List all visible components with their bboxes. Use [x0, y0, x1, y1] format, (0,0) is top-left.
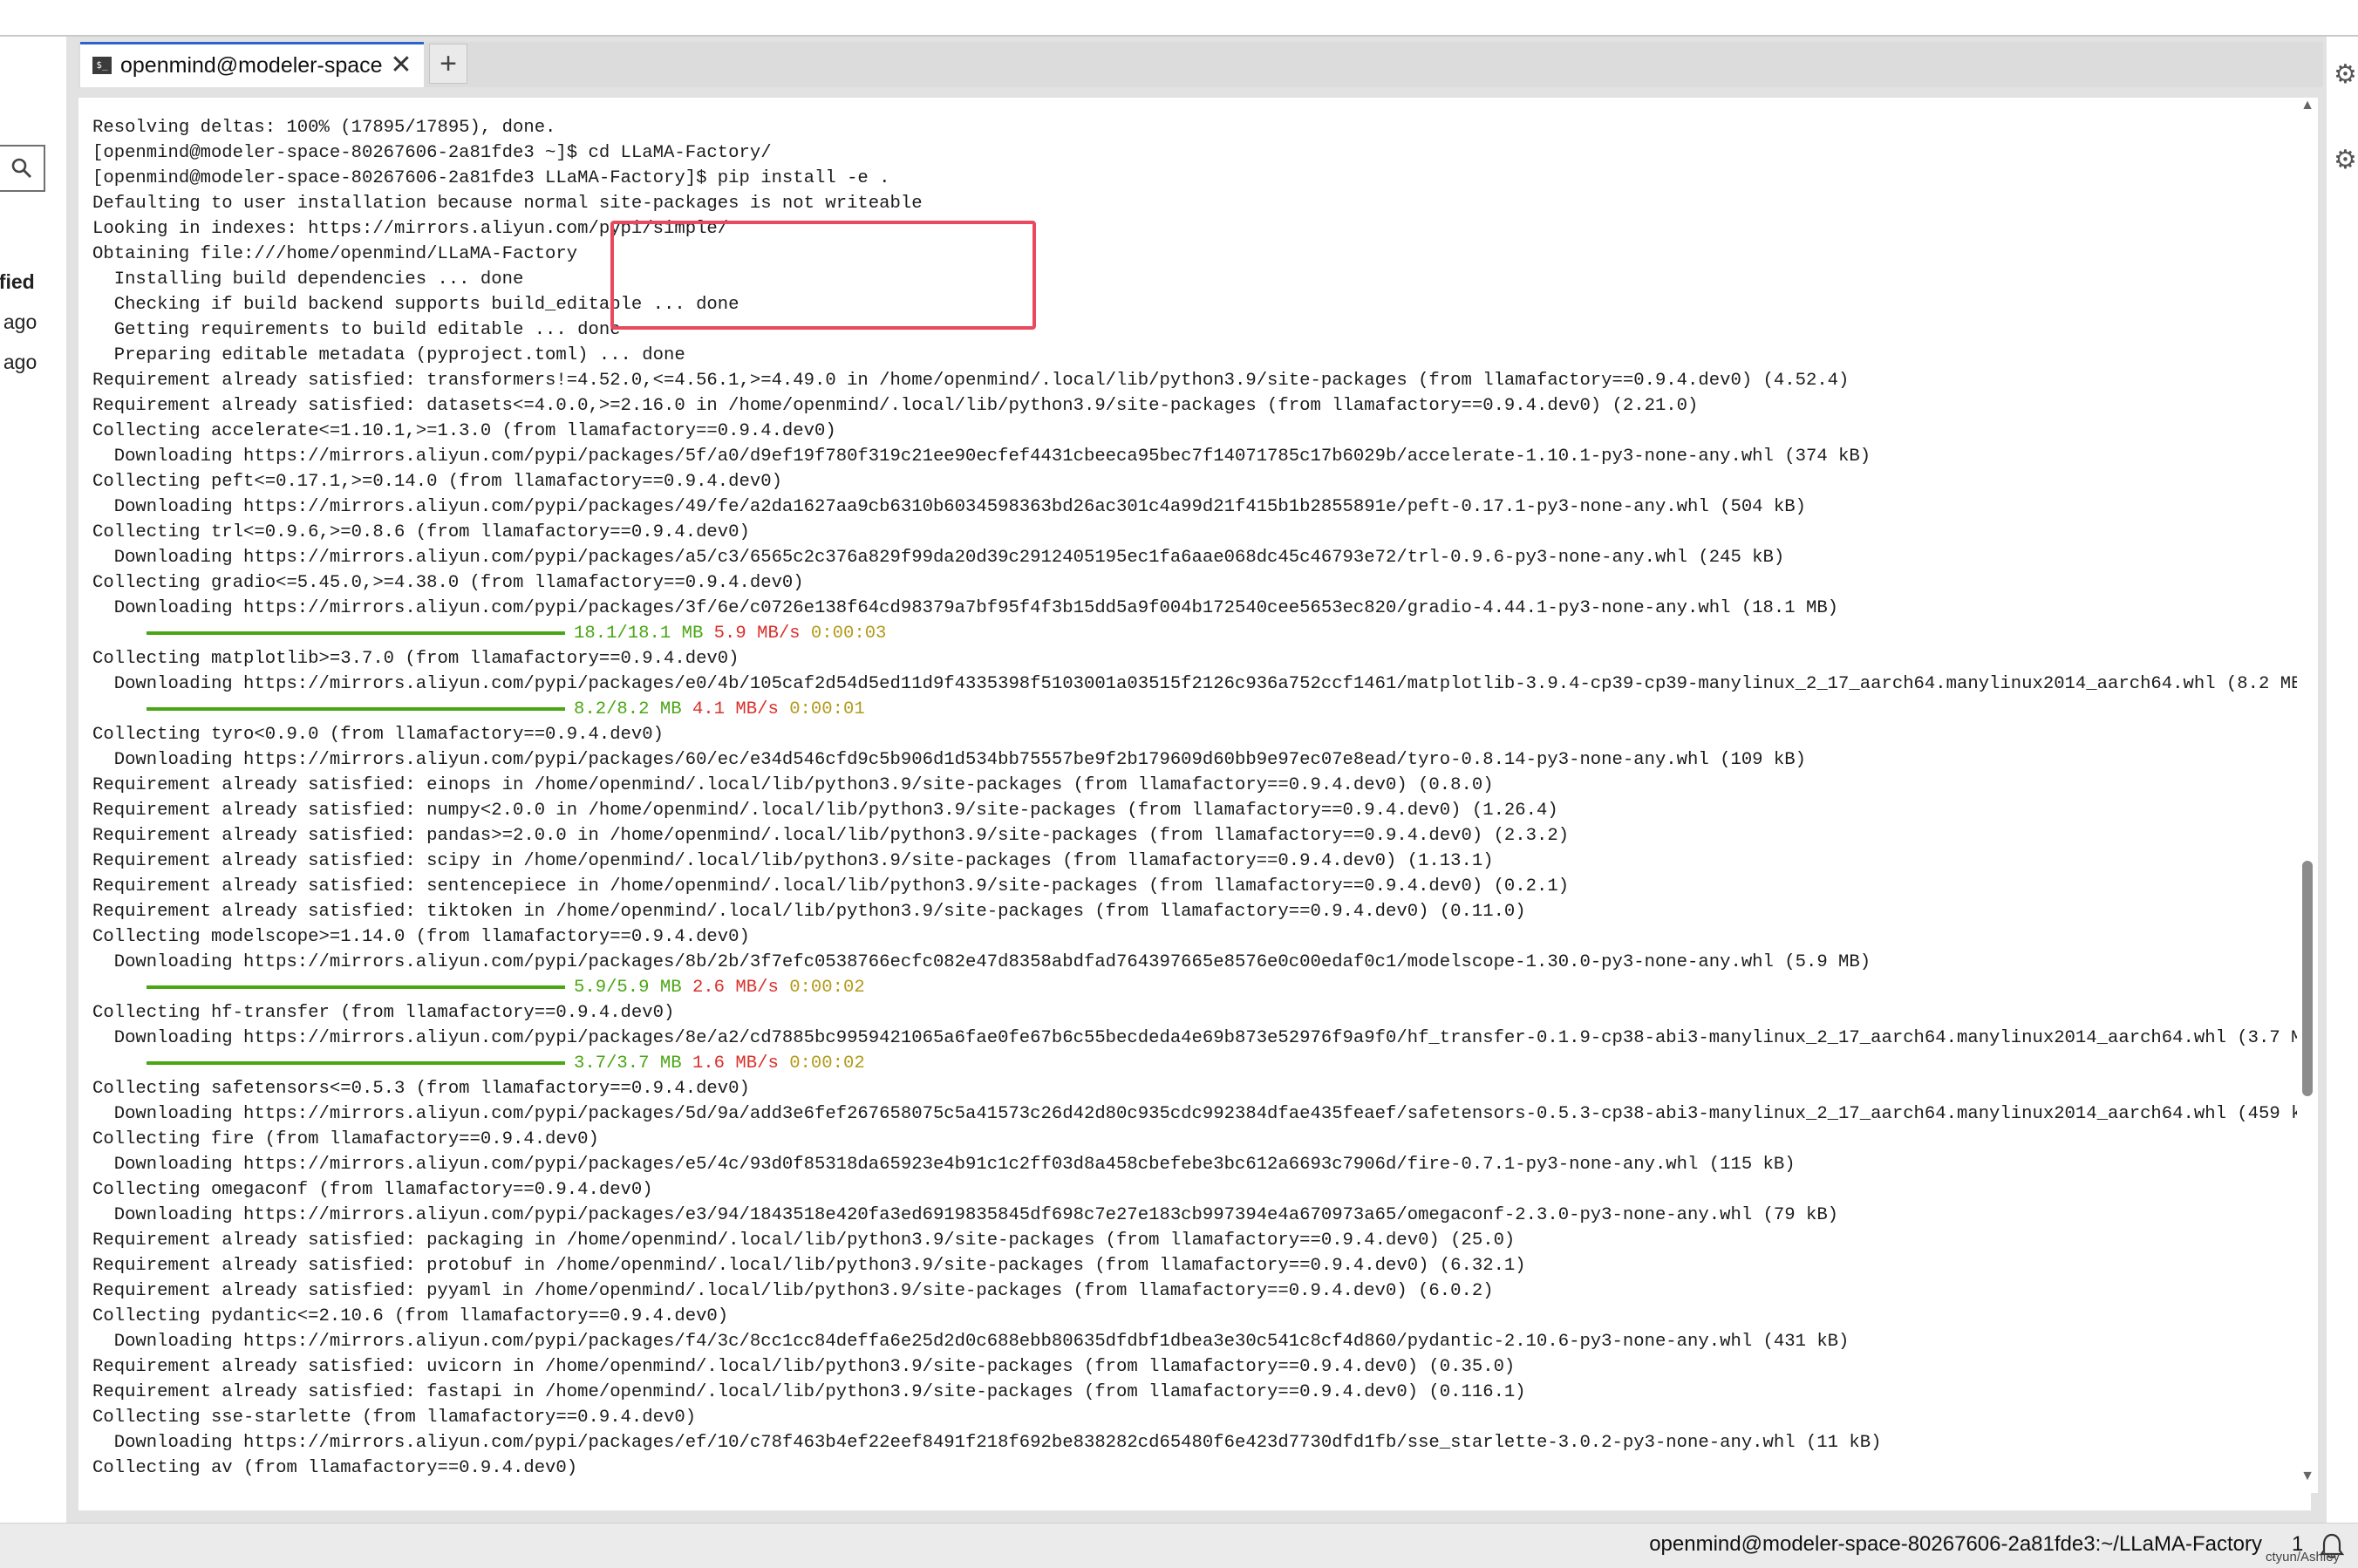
scroll-down-arrow-icon[interactable]: ▼ [2297, 1469, 2318, 1484]
terminal-line: Collecting gradio<=5.45.0,>=4.38.0 (from… [92, 573, 804, 593]
terminal-line: Downloading https://mirrors.aliyun.com/p… [92, 952, 1871, 972]
file-row-modified[interactable]: s ago [0, 342, 66, 382]
terminal-line: Resolving deltas: 100% (17895/17895), do… [92, 118, 556, 138]
tab-terminal[interactable]: $_ openmind@modeler-space-8 ✕ [80, 42, 424, 87]
terminal-line: Requirement already satisfied: numpy<2.0… [92, 801, 1558, 821]
terminal-line: Requirement already satisfied: protobuf … [92, 1256, 1526, 1276]
search-button[interactable] [0, 145, 45, 192]
terminal-line: Downloading https://mirrors.aliyun.com/p… [92, 598, 1839, 618]
terminal-line: Collecting peft<=0.17.1,>=0.14.0 (from l… [92, 472, 782, 492]
terminal-line: Downloading https://mirrors.aliyun.com/p… [92, 447, 1871, 467]
terminal-line: Requirement already satisfied: pandas>=2… [92, 826, 1570, 846]
right-tool-rail: ⚙ ⚙ [2327, 37, 2358, 1519]
terminal-line: Collecting hf-transfer (from llamafactor… [92, 1003, 675, 1023]
terminal-line: Downloading https://mirrors.aliyun.com/p… [92, 1205, 1839, 1225]
terminal-line: Collecting modelscope>=1.14.0 (from llam… [92, 927, 750, 947]
terminal-line: Requirement already satisfied: tiktoken … [92, 902, 1526, 922]
column-header-modified[interactable]: lified [0, 262, 66, 302]
terminal-lines: Resolving deltas: 100% (17895/17895), do… [92, 115, 2311, 1481]
terminal-line: Collecting omegaconf (from llamafactory=… [92, 1180, 653, 1200]
terminal-line: Downloading https://mirrors.aliyun.com/p… [92, 1332, 1850, 1352]
terminal-line: Downloading https://mirrors.aliyun.com/p… [92, 750, 1806, 770]
plugin-icon[interactable]: ⚙ [2334, 145, 2357, 175]
progress-size: 18.1/18.1 MB [574, 624, 704, 644]
terminal-line: Defaulting to user installation because … [92, 194, 923, 214]
terminal-line: Requirement already satisfied: fastapi i… [92, 1382, 1526, 1402]
terminal-line: Collecting tyro<0.9.0 (from llamafactory… [92, 725, 664, 745]
terminal-line: Installing build dependencies ... done [92, 269, 524, 290]
download-progress-line: 18.1/18.1 MB 5.9 MB/s 0:00:03 [92, 621, 2311, 646]
progress-size: 5.9/5.9 MB [574, 978, 682, 998]
terminal-line: Downloading https://mirrors.aliyun.com/p… [92, 674, 2311, 694]
terminal-line: Downloading https://mirrors.aliyun.com/p… [92, 497, 1806, 517]
search-icon [11, 158, 31, 178]
tab-label: openmind@modeler-space-8 [120, 53, 382, 78]
download-progress-line: 8.2/8.2 MB 4.1 MB/s 0:00:01 [92, 697, 2311, 722]
progress-eta: 0:00:02 [789, 1053, 865, 1074]
new-tab-button[interactable]: + [429, 44, 467, 84]
terminal-line: Downloading https://mirrors.aliyun.com/p… [92, 1104, 2311, 1124]
terminal-line: Requirement already satisfied: transform… [92, 371, 1850, 391]
progress-eta: 0:00:03 [810, 624, 887, 644]
highlight-annotation-box [610, 221, 1036, 330]
progress-eta: 0:00:02 [789, 978, 865, 998]
terminal-line: Getting requirements to build editable .… [92, 320, 621, 340]
file-row-modified[interactable]: s ago [0, 302, 66, 342]
status-path: openmind@modeler-space-80267606-2a81fde3… [1649, 1532, 2262, 1556]
download-progress-line: 3.7/3.7 MB 1.6 MB/s 0:00:02 [92, 1051, 2311, 1076]
terminal-line: Collecting sse-starlette (from llamafact… [92, 1408, 697, 1428]
terminal-line: Requirement already satisfied: packaging… [92, 1231, 1516, 1251]
window-top-bar [0, 0, 2358, 37]
progress-speed: 4.1 MB/s [692, 699, 779, 719]
progress-size: 3.7/3.7 MB [574, 1053, 682, 1074]
terminal-line: Collecting av (from llamafactory==0.9.4.… [92, 1458, 578, 1478]
progress-bar [147, 631, 565, 635]
terminal-line: Downloading https://mirrors.aliyun.com/p… [92, 1433, 1882, 1453]
progress-bar [147, 985, 565, 989]
terminal-line: Downloading https://mirrors.aliyun.com/p… [92, 1028, 2311, 1048]
progress-speed: 2.6 MB/s [692, 978, 779, 998]
terminal-line: Collecting matplotlib>=3.7.0 (from llama… [92, 649, 739, 669]
terminal-line: Obtaining file:///home/openmind/LLaMA-Fa… [92, 244, 578, 264]
terminal-line: Requirement already satisfied: pyyaml in… [92, 1281, 1494, 1301]
watermark: ctyun/Ashley [2266, 1550, 2341, 1565]
terminal-line: Requirement already satisfied: scipy in … [92, 851, 1494, 871]
terminal-line: Downloading https://mirrors.aliyun.com/p… [92, 548, 1785, 568]
terminal-line: [openmind@modeler-space-80267606-2a81fde… [92, 143, 772, 163]
terminal-line: Collecting pydantic<=2.10.6 (from llamaf… [92, 1306, 729, 1326]
vertical-scrollbar[interactable]: ▲ ▼ [2297, 98, 2318, 1493]
terminal-line: Preparing editable metadata (pyproject.t… [92, 345, 685, 365]
terminal-line: [openmind@modeler-space-80267606-2a81fde… [92, 168, 890, 188]
terminal-line: Looking in indexes: https://mirrors.aliy… [92, 219, 729, 239]
terminal-icon: $_ [92, 57, 112, 74]
terminal-line: Checking if build backend supports build… [92, 295, 739, 315]
terminal-line: Requirement already satisfied: uvicorn i… [92, 1357, 1516, 1377]
gear-icon[interactable]: ⚙ [2334, 59, 2357, 90]
terminal-line: Collecting safetensors<=0.5.3 (from llam… [92, 1079, 750, 1099]
close-icon[interactable]: ✕ [385, 44, 417, 86]
terminal-line: Requirement already satisfied: sentencep… [92, 876, 1570, 896]
progress-bar [147, 1060, 565, 1065]
file-list-column: lified s ago s ago [0, 262, 66, 382]
terminal-line: Collecting accelerate<=1.10.1,>=1.3.0 (f… [92, 421, 836, 441]
left-file-panel: lified s ago s ago [0, 37, 66, 1519]
progress-speed: 1.6 MB/s [692, 1053, 779, 1074]
download-progress-line: 5.9/5.9 MB 2.6 MB/s 0:00:02 [92, 975, 2311, 1000]
status-bar: openmind@modeler-space-80267606-2a81fde3… [0, 1523, 2358, 1568]
scroll-up-arrow-icon[interactable]: ▲ [2297, 98, 2318, 113]
progress-speed: 5.9 MB/s [713, 624, 801, 644]
progress-size: 8.2/8.2 MB [574, 699, 682, 719]
progress-eta: 0:00:01 [789, 699, 865, 719]
terminal-line: Requirement already satisfied: datasets<… [92, 396, 1699, 416]
terminal-line: Collecting fire (from llamafactory==0.9.… [92, 1129, 599, 1149]
scrollbar-thumb[interactable] [2302, 861, 2313, 1096]
progress-bar [147, 706, 565, 711]
terminal-line: Collecting trl<=0.9.6,>=0.8.6 (from llam… [92, 522, 750, 542]
terminal-output[interactable]: Resolving deltas: 100% (17895/17895), do… [78, 98, 2311, 1510]
terminal-line: Requirement already satisfied: einops in… [92, 775, 1494, 795]
terminal-line: Downloading https://mirrors.aliyun.com/p… [92, 1155, 1796, 1175]
